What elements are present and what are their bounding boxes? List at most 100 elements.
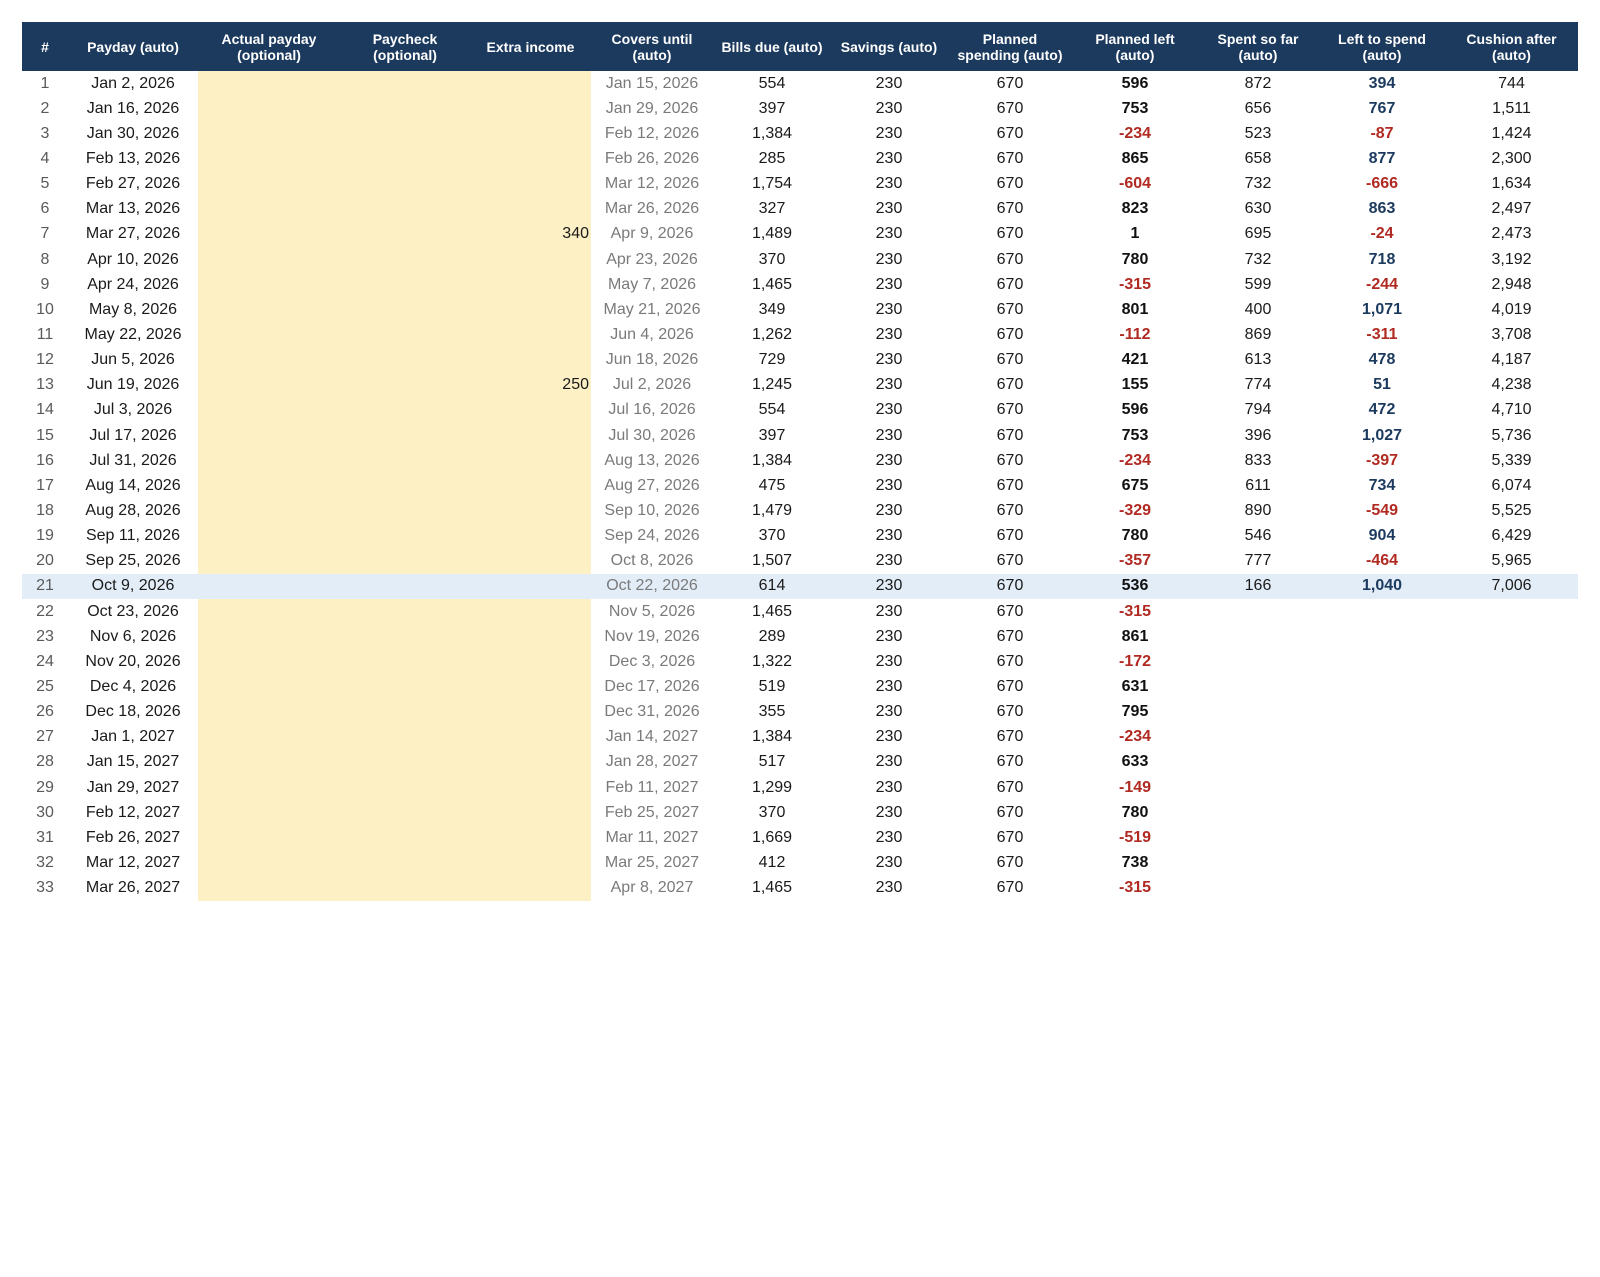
actual-payday-input-cell[interactable] <box>198 523 340 549</box>
paycheck-input-cell[interactable] <box>340 850 470 876</box>
actual-payday-input-cell[interactable] <box>198 850 340 876</box>
paycheck-input-cell[interactable] <box>340 875 470 901</box>
actual-payday-input-cell[interactable] <box>198 297 340 323</box>
actual-payday-input-cell[interactable] <box>198 649 340 675</box>
actual-payday-input-cell[interactable] <box>198 96 340 122</box>
extra-income-input-cell[interactable] <box>470 96 591 122</box>
actual-payday-input-cell[interactable] <box>198 146 340 172</box>
paycheck-input-cell[interactable] <box>340 498 470 524</box>
actual-payday-input-cell[interactable] <box>198 825 340 851</box>
extra-income-input-cell[interactable] <box>470 800 591 826</box>
paycheck-input-cell[interactable] <box>340 800 470 826</box>
extra-income-input-cell[interactable] <box>470 548 591 574</box>
paycheck-input-cell[interactable] <box>340 448 470 474</box>
extra-income-input-cell[interactable] <box>470 397 591 423</box>
paycheck-input-cell[interactable] <box>340 649 470 675</box>
paycheck-input-cell[interactable] <box>340 774 470 801</box>
paycheck-input-cell[interactable] <box>340 422 470 449</box>
extra-income-input-cell[interactable] <box>470 322 591 348</box>
extra-income-input-cell[interactable]: 250 <box>470 372 591 398</box>
actual-payday-input-cell[interactable] <box>198 749 340 775</box>
paycheck-input-cell[interactable] <box>340 674 470 700</box>
extra-income-input-cell[interactable] <box>470 146 591 172</box>
paycheck-input-cell[interactable] <box>340 397 470 423</box>
paycheck-input-cell[interactable] <box>340 624 470 650</box>
actual-payday-input-cell[interactable] <box>198 473 340 499</box>
actual-payday-input-cell[interactable] <box>198 724 340 750</box>
extra-income-input-cell[interactable] <box>470 724 591 750</box>
extra-income-input-cell[interactable] <box>470 649 591 675</box>
paycheck-input-cell[interactable] <box>340 372 470 398</box>
actual-payday-input-cell[interactable] <box>198 422 340 449</box>
extra-income-input-cell[interactable] <box>470 71 591 97</box>
paycheck-input-cell[interactable] <box>340 825 470 851</box>
extra-income-input-cell[interactable] <box>470 699 591 725</box>
extra-income-input-cell[interactable] <box>470 448 591 474</box>
actual-payday-input-cell[interactable] <box>198 573 340 599</box>
actual-payday-input-cell[interactable] <box>198 171 340 197</box>
extra-income-input-cell[interactable] <box>470 272 591 298</box>
paycheck-input-cell[interactable] <box>340 322 470 348</box>
actual-payday-input-cell[interactable] <box>198 875 340 901</box>
extra-income-input-cell[interactable] <box>470 422 591 449</box>
paycheck-input-cell[interactable] <box>340 297 470 323</box>
actual-payday-input-cell[interactable] <box>198 272 340 298</box>
extra-income-input-cell[interactable] <box>470 850 591 876</box>
extra-income-input-cell[interactable] <box>470 875 591 901</box>
paycheck-input-cell[interactable] <box>340 96 470 122</box>
actual-payday-input-cell[interactable] <box>198 347 340 373</box>
paycheck-input-cell[interactable] <box>340 246 470 273</box>
paycheck-input-cell[interactable] <box>340 196 470 222</box>
extra-income-input-cell[interactable] <box>470 598 591 625</box>
paycheck-input-cell[interactable] <box>340 699 470 725</box>
extra-income-input-cell[interactable] <box>470 297 591 323</box>
actual-payday-input-cell[interactable] <box>198 121 340 147</box>
extra-income-input-cell[interactable] <box>470 171 591 197</box>
paycheck-input-cell[interactable] <box>340 523 470 549</box>
actual-payday-input-cell[interactable] <box>198 221 340 247</box>
extra-income-input-cell[interactable] <box>470 523 591 549</box>
actual-payday-input-cell[interactable] <box>198 624 340 650</box>
actual-payday-input-cell[interactable] <box>198 774 340 801</box>
actual-payday-input-cell[interactable] <box>198 800 340 826</box>
savings-cell: 230 <box>875 275 903 293</box>
paycheck-input-cell[interactable] <box>340 749 470 775</box>
extra-income-input-cell[interactable] <box>470 573 591 599</box>
actual-payday-input-cell[interactable] <box>198 196 340 222</box>
paycheck-input-cell[interactable] <box>340 548 470 574</box>
actual-payday-input-cell[interactable] <box>198 598 340 625</box>
paycheck-input-cell[interactable] <box>340 598 470 625</box>
extra-income-input-cell[interactable] <box>470 473 591 499</box>
extra-income-input-cell[interactable] <box>470 674 591 700</box>
paycheck-input-cell[interactable] <box>340 171 470 197</box>
extra-income-input-cell[interactable] <box>470 825 591 851</box>
paycheck-input-cell[interactable] <box>340 146 470 172</box>
actual-payday-input-cell[interactable] <box>198 699 340 725</box>
actual-payday-input-cell[interactable] <box>198 246 340 273</box>
actual-payday-input-cell[interactable] <box>198 498 340 524</box>
paycheck-input-cell[interactable] <box>340 221 470 247</box>
paycheck-input-cell[interactable] <box>340 724 470 750</box>
extra-income-input-cell[interactable] <box>470 498 591 524</box>
actual-payday-input-cell[interactable] <box>198 448 340 474</box>
actual-payday-input-cell[interactable] <box>198 71 340 97</box>
extra-income-input-cell[interactable] <box>470 749 591 775</box>
actual-payday-input-cell[interactable] <box>198 322 340 348</box>
extra-income-input-cell[interactable] <box>470 774 591 801</box>
paycheck-input-cell[interactable] <box>340 272 470 298</box>
extra-income-input-cell[interactable] <box>470 121 591 147</box>
extra-income-input-cell[interactable] <box>470 347 591 373</box>
paycheck-input-cell[interactable] <box>340 347 470 373</box>
paycheck-input-cell[interactable] <box>340 573 470 599</box>
extra-income-input-cell[interactable] <box>470 196 591 222</box>
extra-income-input-cell[interactable] <box>470 246 591 273</box>
extra-income-input-cell[interactable] <box>470 624 591 650</box>
actual-payday-input-cell[interactable] <box>198 548 340 574</box>
paycheck-input-cell[interactable] <box>340 121 470 147</box>
paycheck-input-cell[interactable] <box>340 473 470 499</box>
paycheck-input-cell[interactable] <box>340 71 470 97</box>
actual-payday-input-cell[interactable] <box>198 372 340 398</box>
extra-income-input-cell[interactable]: 340 <box>470 221 591 247</box>
actual-payday-input-cell[interactable] <box>198 397 340 423</box>
actual-payday-input-cell[interactable] <box>198 674 340 700</box>
